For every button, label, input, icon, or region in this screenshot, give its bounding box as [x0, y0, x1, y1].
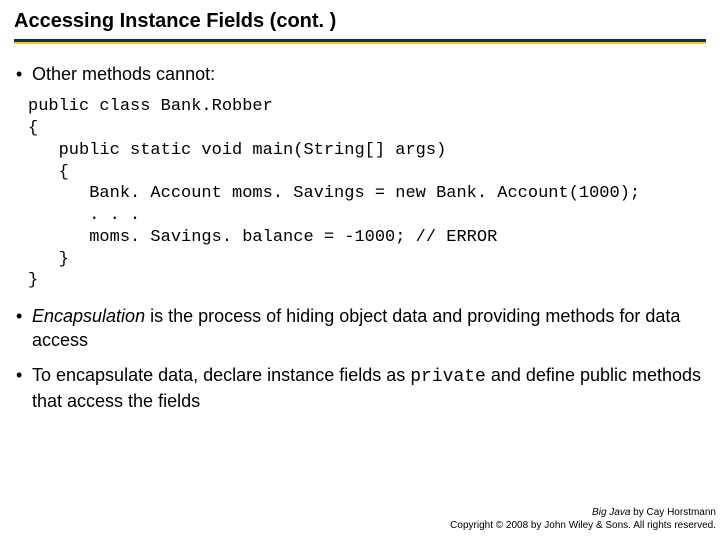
- bullet-marker: •: [16, 304, 32, 353]
- bullet-1-text: Other methods cannot:: [32, 62, 704, 86]
- bullet-marker: •: [16, 363, 32, 414]
- bullet-2-text: Encapsulation is the process of hiding o…: [32, 304, 704, 353]
- footer-line-1: Big Java by Cay Horstmann: [450, 507, 716, 520]
- footer-copyright: Copyright © 2008 by John Wiley & Sons. A…: [450, 520, 716, 533]
- code-block: public class Bank.Robber { public static…: [28, 96, 704, 292]
- bullet-3-pre: To encapsulate data, declare instance fi…: [32, 365, 410, 385]
- footer-author: by Cay Horstmann: [630, 507, 716, 518]
- bullet-3-text: To encapsulate data, declare instance fi…: [32, 363, 704, 414]
- bullet-2-italic: Encapsulation: [32, 306, 145, 326]
- slide-title: Accessing Instance Fields (cont. ): [14, 10, 706, 33]
- footer: Big Java by Cay Horstmann Copyright © 20…: [450, 507, 716, 532]
- bullet-2: • Encapsulation is the process of hiding…: [16, 304, 704, 353]
- bullet-1: • Other methods cannot:: [16, 62, 704, 86]
- footer-book-title: Big Java: [592, 507, 630, 518]
- bullet-marker: •: [16, 62, 32, 86]
- bullet-3-code: private: [410, 367, 486, 387]
- bullet-3: • To encapsulate data, declare instance …: [16, 363, 704, 414]
- slide-body: • Other methods cannot: public class Ban…: [0, 44, 720, 413]
